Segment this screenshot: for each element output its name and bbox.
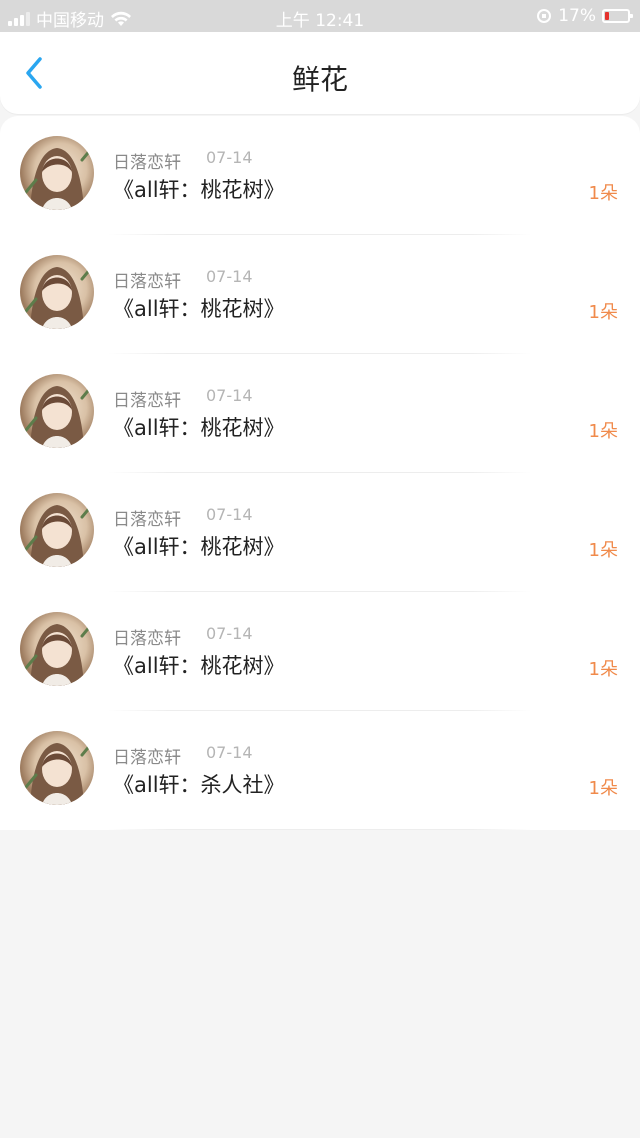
user-name: 日落恋轩: [113, 153, 181, 173]
item-date: 07-14: [206, 743, 253, 762]
flower-count: 1朵: [588, 540, 618, 561]
flower-list: 日落恋轩 07-14 《all轩：桃花树》 1朵 日落恋轩 07-14 《all…: [0, 116, 640, 830]
item-title[interactable]: 《all轩：杀人社》: [113, 769, 285, 799]
nav-bar: 鲜花: [0, 32, 640, 114]
status-right: 17%: [536, 6, 633, 26]
item-title[interactable]: 《all轩：桃花树》: [113, 531, 285, 561]
list-item[interactable]: 日落恋轩 07-14 《all轩：桃花树》 1朵: [0, 473, 640, 592]
list-item[interactable]: 日落恋轩 07-14 《all轩：桃花树》 1朵: [0, 354, 640, 473]
item-title[interactable]: 《all轩：桃花树》: [113, 650, 285, 680]
avatar[interactable]: [20, 731, 94, 805]
item-date: 07-14: [206, 267, 253, 286]
item-title[interactable]: 《all轩：桃花树》: [113, 293, 285, 323]
battery-percent: 17%: [558, 6, 596, 26]
list-item[interactable]: 日落恋轩 07-14 《all轩：桃花树》 1朵: [0, 116, 640, 235]
item-date: 07-14: [206, 148, 253, 167]
avatar[interactable]: [20, 493, 94, 567]
flower-count: 1朵: [588, 421, 618, 442]
status-bar: 中国移动 上午 12:41 17%: [0, 0, 640, 32]
item-title[interactable]: 《all轩：桃花树》: [113, 174, 285, 204]
avatar[interactable]: [20, 255, 94, 329]
battery-icon: [602, 9, 633, 23]
divider: [108, 829, 532, 830]
rotation-lock-icon: [537, 9, 552, 23]
list-item[interactable]: 日落恋轩 07-14 《all轩：桃花树》 1朵: [0, 235, 640, 354]
item-date: 07-14: [206, 386, 253, 405]
item-date: 07-14: [206, 505, 253, 524]
list-item[interactable]: 日落恋轩 07-14 《all轩：桃花树》 1朵: [0, 592, 640, 711]
user-name: 日落恋轩: [113, 629, 181, 649]
list-item[interactable]: 日落恋轩 07-14 《all轩：杀人社》 1朵: [0, 711, 640, 830]
item-date: 07-14: [206, 624, 253, 643]
flower-count: 1朵: [588, 183, 618, 204]
user-name: 日落恋轩: [113, 272, 181, 292]
avatar[interactable]: [20, 612, 94, 686]
user-name: 日落恋轩: [113, 748, 181, 768]
flower-count: 1朵: [588, 302, 618, 323]
user-name: 日落恋轩: [113, 510, 181, 530]
page-title: 鲜花: [291, 63, 348, 96]
flower-count: 1朵: [588, 778, 618, 799]
avatar[interactable]: [20, 374, 94, 448]
flower-count: 1朵: [588, 659, 618, 680]
user-name: 日落恋轩: [113, 391, 181, 411]
avatar[interactable]: [20, 136, 94, 210]
item-title[interactable]: 《all轩：桃花树》: [113, 412, 285, 442]
